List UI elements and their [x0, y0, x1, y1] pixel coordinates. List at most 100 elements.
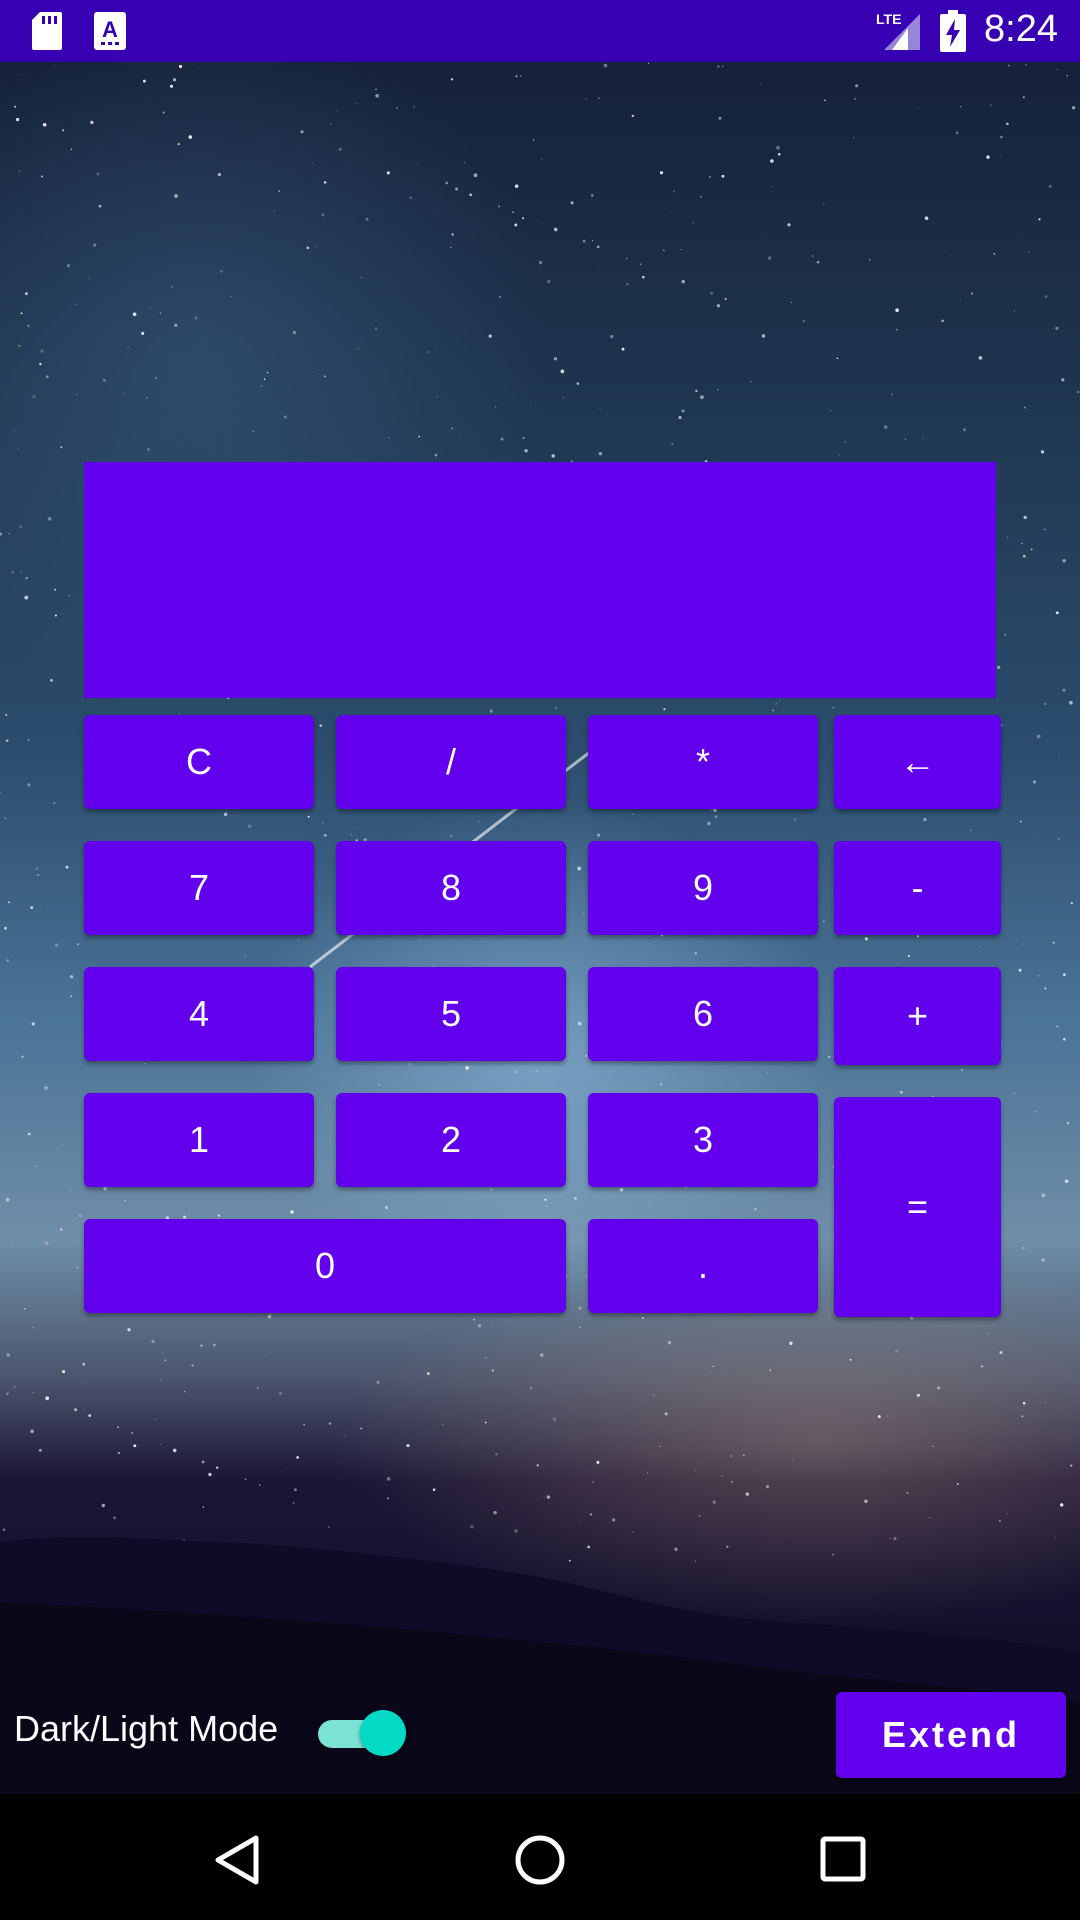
- star: [836, 357, 839, 360]
- star: [1025, 1195, 1027, 1197]
- star: [11, 1244, 13, 1246]
- star: [659, 1445, 661, 1448]
- decimal-button[interactable]: .: [588, 1219, 818, 1313]
- backspace-button[interactable]: ←: [834, 715, 1001, 809]
- star: [32, 1392, 34, 1393]
- star: [178, 712, 181, 714]
- star: [1041, 600, 1043, 602]
- star: [30, 906, 34, 910]
- star: [27, 738, 30, 741]
- star: [96, 172, 100, 176]
- star: [442, 1424, 444, 1426]
- digit-9-button[interactable]: 9: [588, 841, 818, 935]
- calculator-display: [84, 462, 996, 698]
- star: [32, 1327, 34, 1329]
- dark-light-mode-switch[interactable]: [318, 1710, 406, 1756]
- digit-8-button[interactable]: 8: [336, 841, 566, 935]
- star: [578, 1326, 581, 1329]
- star: [312, 163, 314, 164]
- navigation-bar: [0, 1794, 1080, 1920]
- equals-button[interactable]: =: [834, 1097, 1001, 1317]
- star: [1066, 1121, 1070, 1125]
- star: [256, 1387, 259, 1390]
- star: [375, 93, 380, 98]
- star: [700, 395, 704, 399]
- star: [924, 216, 929, 221]
- star: [515, 75, 518, 78]
- digit-1-button[interactable]: 1: [84, 1093, 314, 1187]
- star: [169, 84, 174, 88]
- star: [70, 995, 72, 998]
- star: [8, 901, 10, 904]
- star: [641, 275, 645, 279]
- star: [678, 415, 682, 420]
- divide-button[interactable]: /: [336, 715, 566, 809]
- star: [376, 1380, 380, 1384]
- star: [980, 945, 982, 947]
- star: [772, 186, 774, 188]
- back-triangle-icon[interactable]: [212, 1834, 260, 1891]
- star: [145, 396, 148, 399]
- star: [396, 107, 398, 109]
- star: [1063, 973, 1066, 976]
- svg-text:A: A: [102, 17, 118, 42]
- star: [754, 1208, 757, 1211]
- star: [714, 815, 718, 818]
- star: [950, 255, 952, 257]
- star: [823, 203, 825, 205]
- star: [1013, 1092, 1015, 1094]
- digit-4-button[interactable]: 4: [84, 967, 314, 1061]
- star: [318, 369, 320, 371]
- star: [357, 348, 359, 350]
- star: [853, 97, 856, 100]
- star: [922, 437, 924, 439]
- star: [278, 1392, 283, 1396]
- star: [81, 225, 83, 227]
- star: [1041, 1193, 1046, 1198]
- star: [1013, 310, 1016, 312]
- star: [62, 1370, 66, 1374]
- star: [77, 943, 80, 946]
- star: [514, 1070, 517, 1074]
- star: [20, 571, 22, 573]
- digit-6-button[interactable]: 6: [588, 967, 818, 1061]
- star: [659, 1083, 663, 1086]
- star: [681, 409, 685, 413]
- star: [463, 162, 465, 164]
- digit-3-button[interactable]: 3: [588, 1093, 818, 1187]
- star: [167, 958, 169, 960]
- star: [54, 943, 59, 947]
- star: [201, 1460, 205, 1464]
- star: [160, 1444, 161, 1445]
- digit-0-button[interactable]: 0: [84, 1219, 566, 1313]
- star: [66, 264, 71, 268]
- star: [694, 952, 698, 955]
- extend-button[interactable]: Extend: [836, 1692, 1066, 1778]
- star: [484, 1421, 487, 1424]
- multiply-button[interactable]: *: [588, 715, 818, 809]
- star: [552, 1417, 557, 1422]
- recents-square-icon[interactable]: [820, 1836, 866, 1887]
- star: [490, 1188, 493, 1191]
- home-circle-icon[interactable]: [514, 1834, 566, 1891]
- star: [574, 1197, 577, 1200]
- digit-2-button[interactable]: 2: [336, 1093, 566, 1187]
- battery-charging-icon: [940, 10, 966, 57]
- star: [547, 280, 551, 284]
- star: [877, 1415, 881, 1419]
- star: [569, 1476, 571, 1478]
- star: [127, 1328, 131, 1332]
- star: [664, 1412, 668, 1416]
- star: [849, 1358, 852, 1361]
- star: [477, 1324, 482, 1328]
- star: [577, 866, 581, 871]
- digit-5-button[interactable]: 5: [336, 967, 566, 1061]
- star: [13, 1385, 16, 1388]
- minus-button[interactable]: -: [834, 841, 1001, 935]
- star: [597, 265, 599, 267]
- digit-7-button[interactable]: 7: [84, 841, 314, 935]
- clear-button[interactable]: C: [84, 715, 314, 809]
- star: [712, 1365, 714, 1368]
- plus-button[interactable]: +: [834, 967, 1001, 1065]
- star: [230, 296, 232, 298]
